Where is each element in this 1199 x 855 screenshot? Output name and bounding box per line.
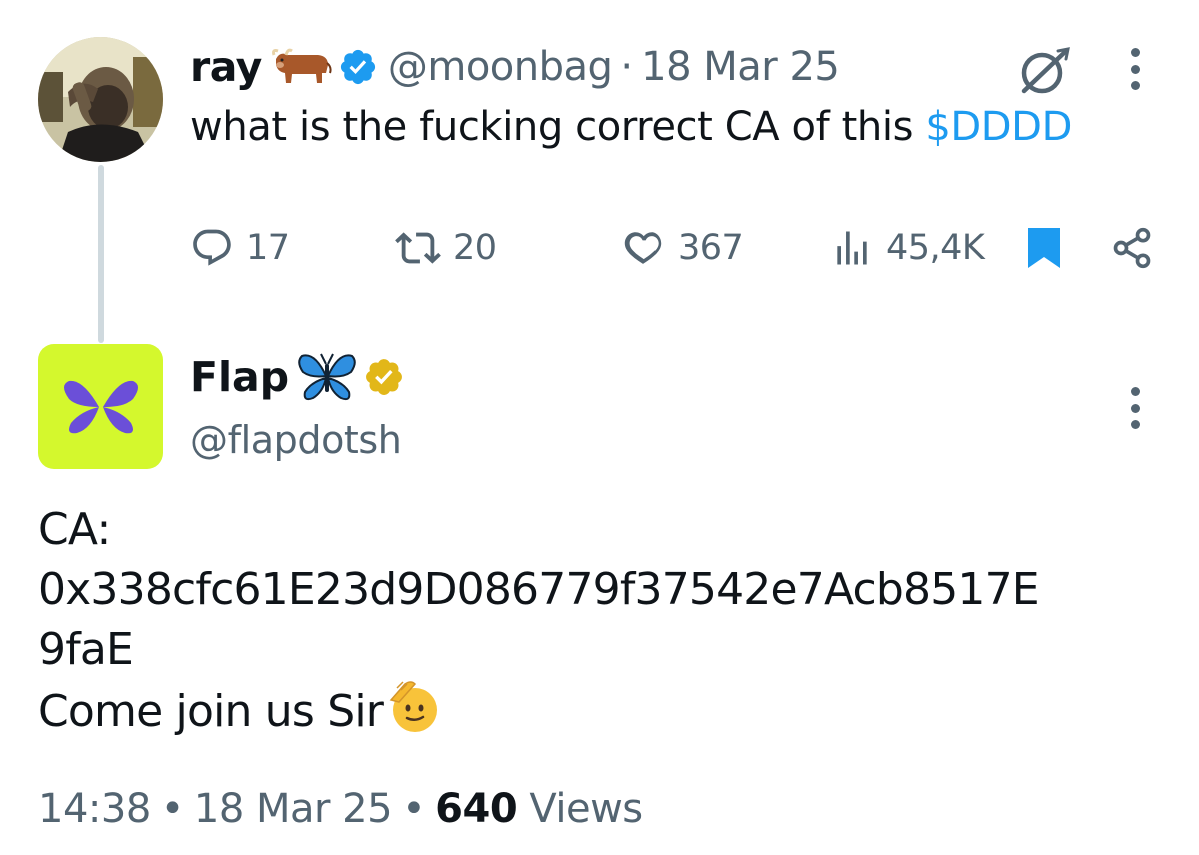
- views-button[interactable]: 45,4K: [830, 220, 985, 276]
- reply-line-text: Come join us Sir: [38, 686, 384, 737]
- reply-line: CA:: [38, 504, 111, 555]
- author-name[interactable]: ray: [190, 43, 262, 91]
- repost-icon: [395, 232, 441, 264]
- author-handle[interactable]: @moonbag: [388, 44, 613, 90]
- like-button[interactable]: 367: [620, 220, 744, 276]
- cashtag-link[interactable]: $DDDD: [925, 104, 1072, 150]
- bookmark-icon: [1028, 228, 1060, 268]
- tweet-date[interactable]: 18 Mar 25: [641, 44, 840, 90]
- tweet-body: what is the fucking correct CA of this: [190, 104, 926, 150]
- action-bar: 17 20 367 45,4K: [190, 220, 1160, 276]
- reply-tweet-text: CA: 0x338cfc61E23d9D086779f37542e7Acb851…: [38, 500, 1168, 740]
- like-count: 367: [678, 228, 744, 268]
- gold-verified-badge-icon[interactable]: [363, 356, 405, 398]
- parent-tweet-text: what is the fucking correct CA of this $…: [190, 104, 1072, 150]
- separator-dot: •: [402, 786, 426, 832]
- flap-logo-icon: [63, 380, 138, 433]
- reply-author-name[interactable]: Flap: [190, 353, 289, 401]
- grok-icon[interactable]: [1013, 43, 1073, 98]
- separator-dot: ·: [620, 44, 634, 90]
- thread-connector-line: [98, 165, 104, 343]
- avatar-flap[interactable]: [38, 344, 163, 469]
- view-count: 45,4K: [886, 228, 985, 268]
- reply-icon: [193, 229, 231, 266]
- butterfly-icon: [297, 350, 357, 404]
- reply-header: Flap: [190, 348, 405, 406]
- reply-button[interactable]: 17: [190, 220, 290, 276]
- reply-meta: 14:38 • 18 Mar 25 • 640 Views: [38, 786, 643, 832]
- share-button[interactable]: [1110, 220, 1154, 276]
- more-options-icon[interactable]: [1120, 44, 1150, 94]
- reply-views-count[interactable]: 640: [435, 786, 518, 832]
- parent-header: ray @moonbag · 18 Mar 25: [190, 40, 840, 94]
- reply-more-options-icon[interactable]: [1120, 383, 1150, 433]
- share-icon: [1113, 227, 1151, 269]
- ox-icon: [270, 47, 332, 87]
- heart-icon: [624, 232, 662, 264]
- verified-badge-icon[interactable]: [338, 47, 378, 87]
- separator-dot: •: [160, 786, 185, 832]
- repost-count: 20: [453, 228, 497, 268]
- reply-line: Come join us Sir: [38, 680, 1168, 740]
- reply-count: 17: [246, 228, 290, 268]
- avatar-ray[interactable]: [38, 37, 163, 162]
- reply-views-label: Views: [517, 786, 643, 832]
- bookmark-button[interactable]: [1026, 220, 1062, 276]
- reply-author-handle[interactable]: @flapdotsh: [190, 418, 402, 462]
- tweet-thread: ray @moonbag · 18 Mar 25 what is the fuc…: [0, 0, 1199, 855]
- repost-button[interactable]: 20: [395, 220, 497, 276]
- contract-address-line: 9faE: [38, 624, 134, 675]
- saluting-face-icon: [385, 680, 443, 750]
- reply-time[interactable]: 14:38: [38, 786, 151, 832]
- reply-date[interactable]: 18 Mar 25: [194, 786, 393, 832]
- avatar-image: [38, 37, 163, 162]
- analytics-icon: [837, 231, 867, 265]
- contract-address-line: 0x338cfc61E23d9D086779f37542e7Acb8517E: [38, 564, 1040, 615]
